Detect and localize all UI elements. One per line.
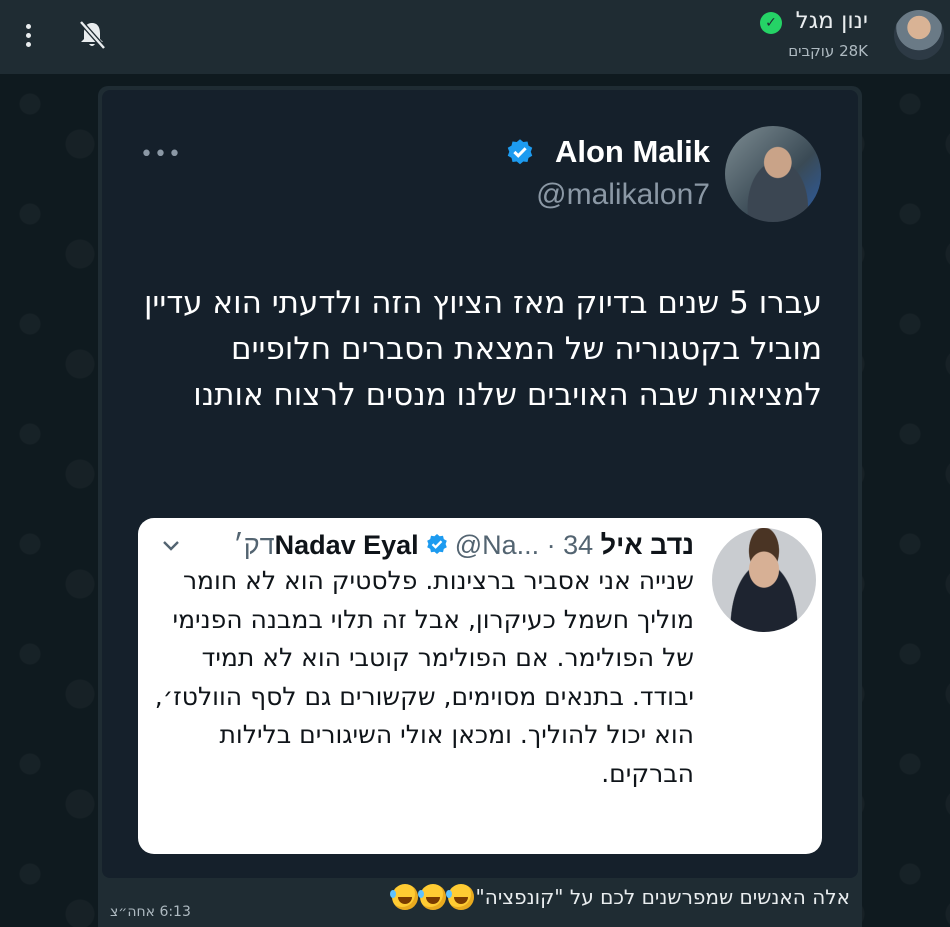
menu-dots-icon[interactable] [20, 22, 36, 50]
quoted-tweet: נדב איל Nadav Eyal@Na... · 34דק׳ שנייה א… [138, 518, 822, 854]
more-options-icon: ••• [140, 142, 182, 167]
tweet-author-handle: @malikalon7 [536, 178, 710, 211]
message-timestamp: 6:13 אחה״צ [110, 904, 191, 920]
verified-icon [426, 534, 447, 554]
laughing-emoji-icon [389, 884, 418, 910]
verified-icon: ✓ [760, 12, 782, 34]
laughing-emoji-icon [445, 884, 474, 910]
tweet-body: עברו 5 שנים בדיוק מאז הציוץ הזה ולדעתי ה… [143, 285, 822, 413]
tweet-author-name: Alon Malik [554, 134, 710, 169]
chevron-down-icon [163, 541, 179, 551]
tweet-screenshot[interactable]: Alon Malik @malikalon7 ••• עברו 5 שנים ב… [102, 90, 858, 878]
channel-header[interactable]: ינון מגל ✓ 28K עוקבים [0, 0, 950, 74]
quoted-author-avatar [712, 528, 816, 632]
message-caption: אלה האנשים שמפרשנים לכם על "קונפציה" [389, 884, 850, 910]
followers-count: 28K עוקבים [788, 42, 868, 60]
quoted-tweet-header: נדב איל Nadav Eyal@Na... · 34דק׳ [233, 530, 694, 561]
channel-name[interactable]: ינון מגל [796, 8, 868, 34]
tweet-author-avatar [725, 126, 821, 222]
caption-text: אלה האנשים שמפרשנים לכם על "קונפציה" [475, 885, 850, 909]
quoted-tweet-text: שנייה אני אסביר ברצינות. פלסטיק הוא לא ח… [154, 566, 694, 788]
laughing-emoji-icon [417, 884, 446, 910]
mute-bell-icon[interactable] [78, 20, 106, 50]
channel-avatar[interactable] [894, 10, 944, 60]
verified-icon [507, 139, 533, 165]
